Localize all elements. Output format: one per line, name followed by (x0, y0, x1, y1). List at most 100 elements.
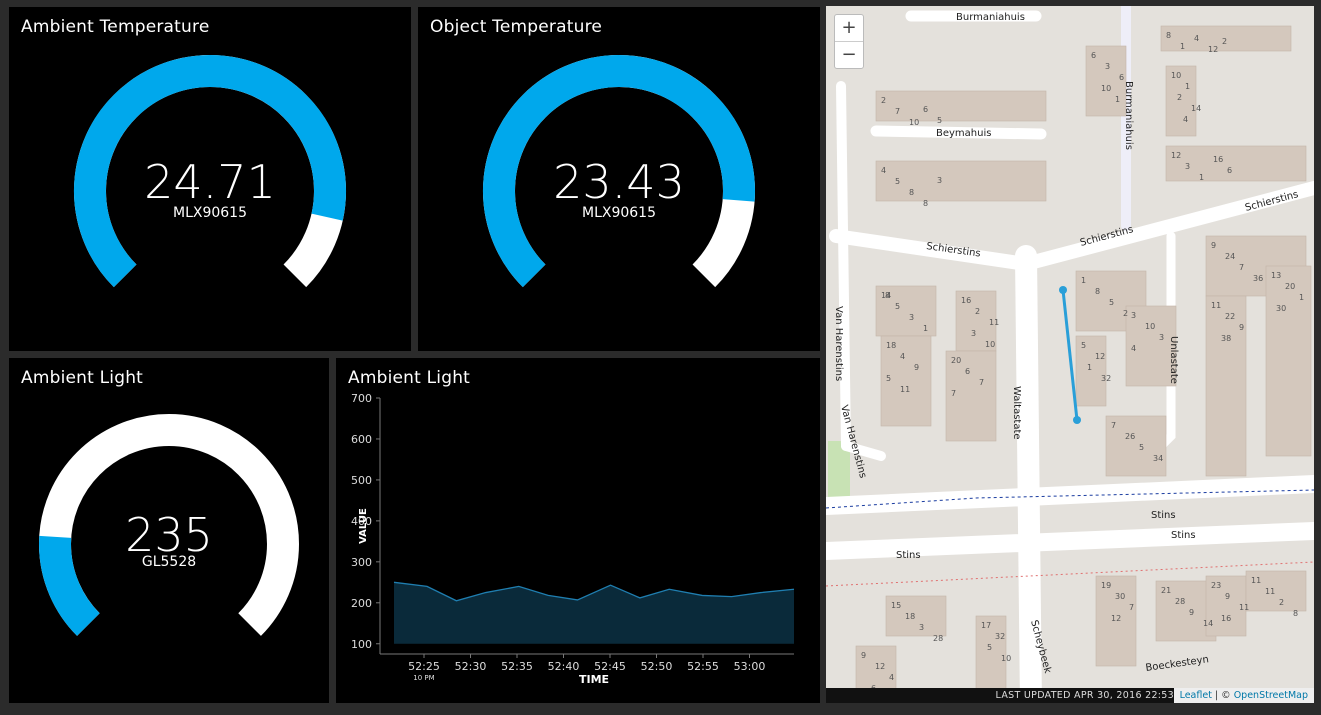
house-number: 17 (981, 621, 991, 630)
chart-panel-ambient-light: Ambient Light 100 200 300 400 500 600 700 52:25… (336, 358, 820, 703)
house-number: 7 (1239, 263, 1244, 272)
house-number: 16 (1221, 614, 1231, 623)
x-tick-sublabel: 10 PM (413, 674, 434, 682)
house-number: 3 (909, 313, 914, 322)
house-number: 16 (1213, 155, 1223, 164)
map[interactable]: Burmaniahuis Burmaniahuis Beymahuis Schiers… (826, 6, 1314, 703)
house-number: 38 (1221, 334, 1231, 343)
street-label: Unlastate (1168, 336, 1179, 384)
house-number: 6 (1091, 51, 1096, 60)
street-label: Stins (896, 550, 921, 561)
x-tick-label: 52:30 (455, 660, 487, 673)
osm-link[interactable]: OpenStreetMap (1234, 690, 1308, 701)
house-number: 4 (1194, 34, 1199, 43)
street-label: Stins (1151, 510, 1176, 521)
house-number: 12 (1171, 151, 1181, 160)
house-number: 36 (1253, 274, 1263, 283)
house-number: 2 (1177, 93, 1182, 102)
house-number: 4 (900, 352, 905, 361)
house-number: 5 (1109, 298, 1114, 307)
house-number: 23 (1211, 581, 1221, 590)
house-number: 2 (1123, 309, 1128, 318)
house-number: 10 (1171, 71, 1181, 80)
ambient-light-chart: 10020030040050060070052:25 52:30 52:35 52:4… (351, 392, 795, 686)
house-number: 28 (933, 634, 943, 643)
street-label: Burmaniahuis (1123, 81, 1134, 150)
house-number: 11 (1251, 576, 1261, 585)
house-number: 18 (886, 341, 896, 350)
street-label: Burmaniahuis (956, 12, 1025, 23)
house-number: 34 (1153, 454, 1163, 463)
y-tick-label: 700 (351, 392, 372, 405)
zoom-in-button[interactable]: + (835, 15, 863, 41)
x-tick-label: 52:40 (548, 660, 580, 673)
house-number: 22 (1225, 312, 1235, 321)
gauge-panel-ambient-temp: Ambient Temperature 24.71 MLX90615 (9, 7, 411, 351)
house-number: 26 (1125, 432, 1135, 441)
y-axis-label: VALUE (358, 508, 369, 544)
house-number: 5 (1081, 341, 1086, 350)
house-number: 4 (1183, 115, 1188, 124)
house-number: 1 (1299, 293, 1304, 302)
house-number: 6 (1227, 166, 1232, 175)
house-number: 9 (1189, 608, 1194, 617)
house-number: 15 (891, 601, 901, 610)
house-number: 7 (1129, 603, 1134, 612)
house-number: 30 (1276, 304, 1286, 313)
house-number: 19 (1101, 581, 1111, 590)
y-tick-label: 200 (351, 597, 372, 610)
house-number: 11 (1239, 603, 1249, 612)
x-tick-label: 52:50 (641, 660, 673, 673)
house-number: 7 (979, 378, 984, 387)
house-number: 7 (951, 389, 956, 398)
house-number: 11 (1265, 587, 1275, 596)
house-number: 28 (1175, 597, 1185, 606)
house-number: 5 (886, 374, 891, 383)
gauge-value: 24.71 (144, 155, 276, 209)
house-number: 11 (989, 318, 999, 327)
house-number: 10 (1101, 84, 1111, 93)
house-number: 3 (919, 623, 924, 632)
house-number: 10 (985, 340, 995, 349)
house-number: 9 (861, 651, 866, 660)
house-number: 9 (1211, 241, 1216, 250)
house-number: 8 (923, 199, 928, 208)
zoom-control: + − (834, 14, 864, 69)
house-number: 32 (995, 632, 1005, 641)
house-number: 6 (923, 105, 928, 114)
house-number: 6 (1119, 73, 1124, 82)
road (1015, 245, 1042, 703)
gauge-panel-ambient-light: Ambient Light 235 GL5528 (9, 358, 329, 703)
street-label: Van Harenstins (833, 306, 844, 381)
house-number: 4 (889, 673, 894, 682)
house-number: 24 (1225, 252, 1235, 261)
house-number: 11 (900, 385, 910, 394)
house-number: 5 (895, 302, 900, 311)
house-number: 16 (961, 296, 971, 305)
gauge-panel-object-temp: Object Temperature 23.43 MLX90615 (418, 7, 820, 351)
last-updated: LAST UPDATED APR 30, 2016 22:53 (995, 690, 1174, 701)
house-number: 5 (937, 116, 942, 125)
house-number: 10 (1145, 322, 1155, 331)
house-number: 1 (1185, 82, 1190, 91)
x-tick-label: 52:35 (501, 660, 533, 673)
gauge-sensor-label: MLX90615 (581, 205, 656, 221)
road (836, 81, 851, 451)
y-tick-label: 600 (351, 433, 372, 446)
house-number: 3 (971, 329, 976, 338)
house-number: 3 (1185, 162, 1190, 171)
house-number: 7 (895, 107, 900, 116)
x-tick-label: 52:45 (594, 660, 626, 673)
house-number: 8 (885, 291, 890, 300)
map-footer: LAST UPDATED APR 30, 2016 22:53 Leaflet … (826, 688, 1314, 703)
house-number: 8 (1293, 609, 1298, 618)
house-number: 18 (905, 612, 915, 621)
map-tiles[interactable]: BurmaniahuisBurmaniahuisBeymahuisSchiers… (826, 6, 1314, 703)
house-number: 4 (1131, 344, 1136, 353)
leaflet-link[interactable]: Leaflet (1180, 690, 1212, 701)
zoom-out-button[interactable]: − (835, 42, 863, 68)
house-number: 3 (937, 176, 942, 185)
street-label: Boeckesteyn (1145, 654, 1210, 674)
road (826, 522, 1314, 560)
gps-track (1061, 289, 1079, 421)
